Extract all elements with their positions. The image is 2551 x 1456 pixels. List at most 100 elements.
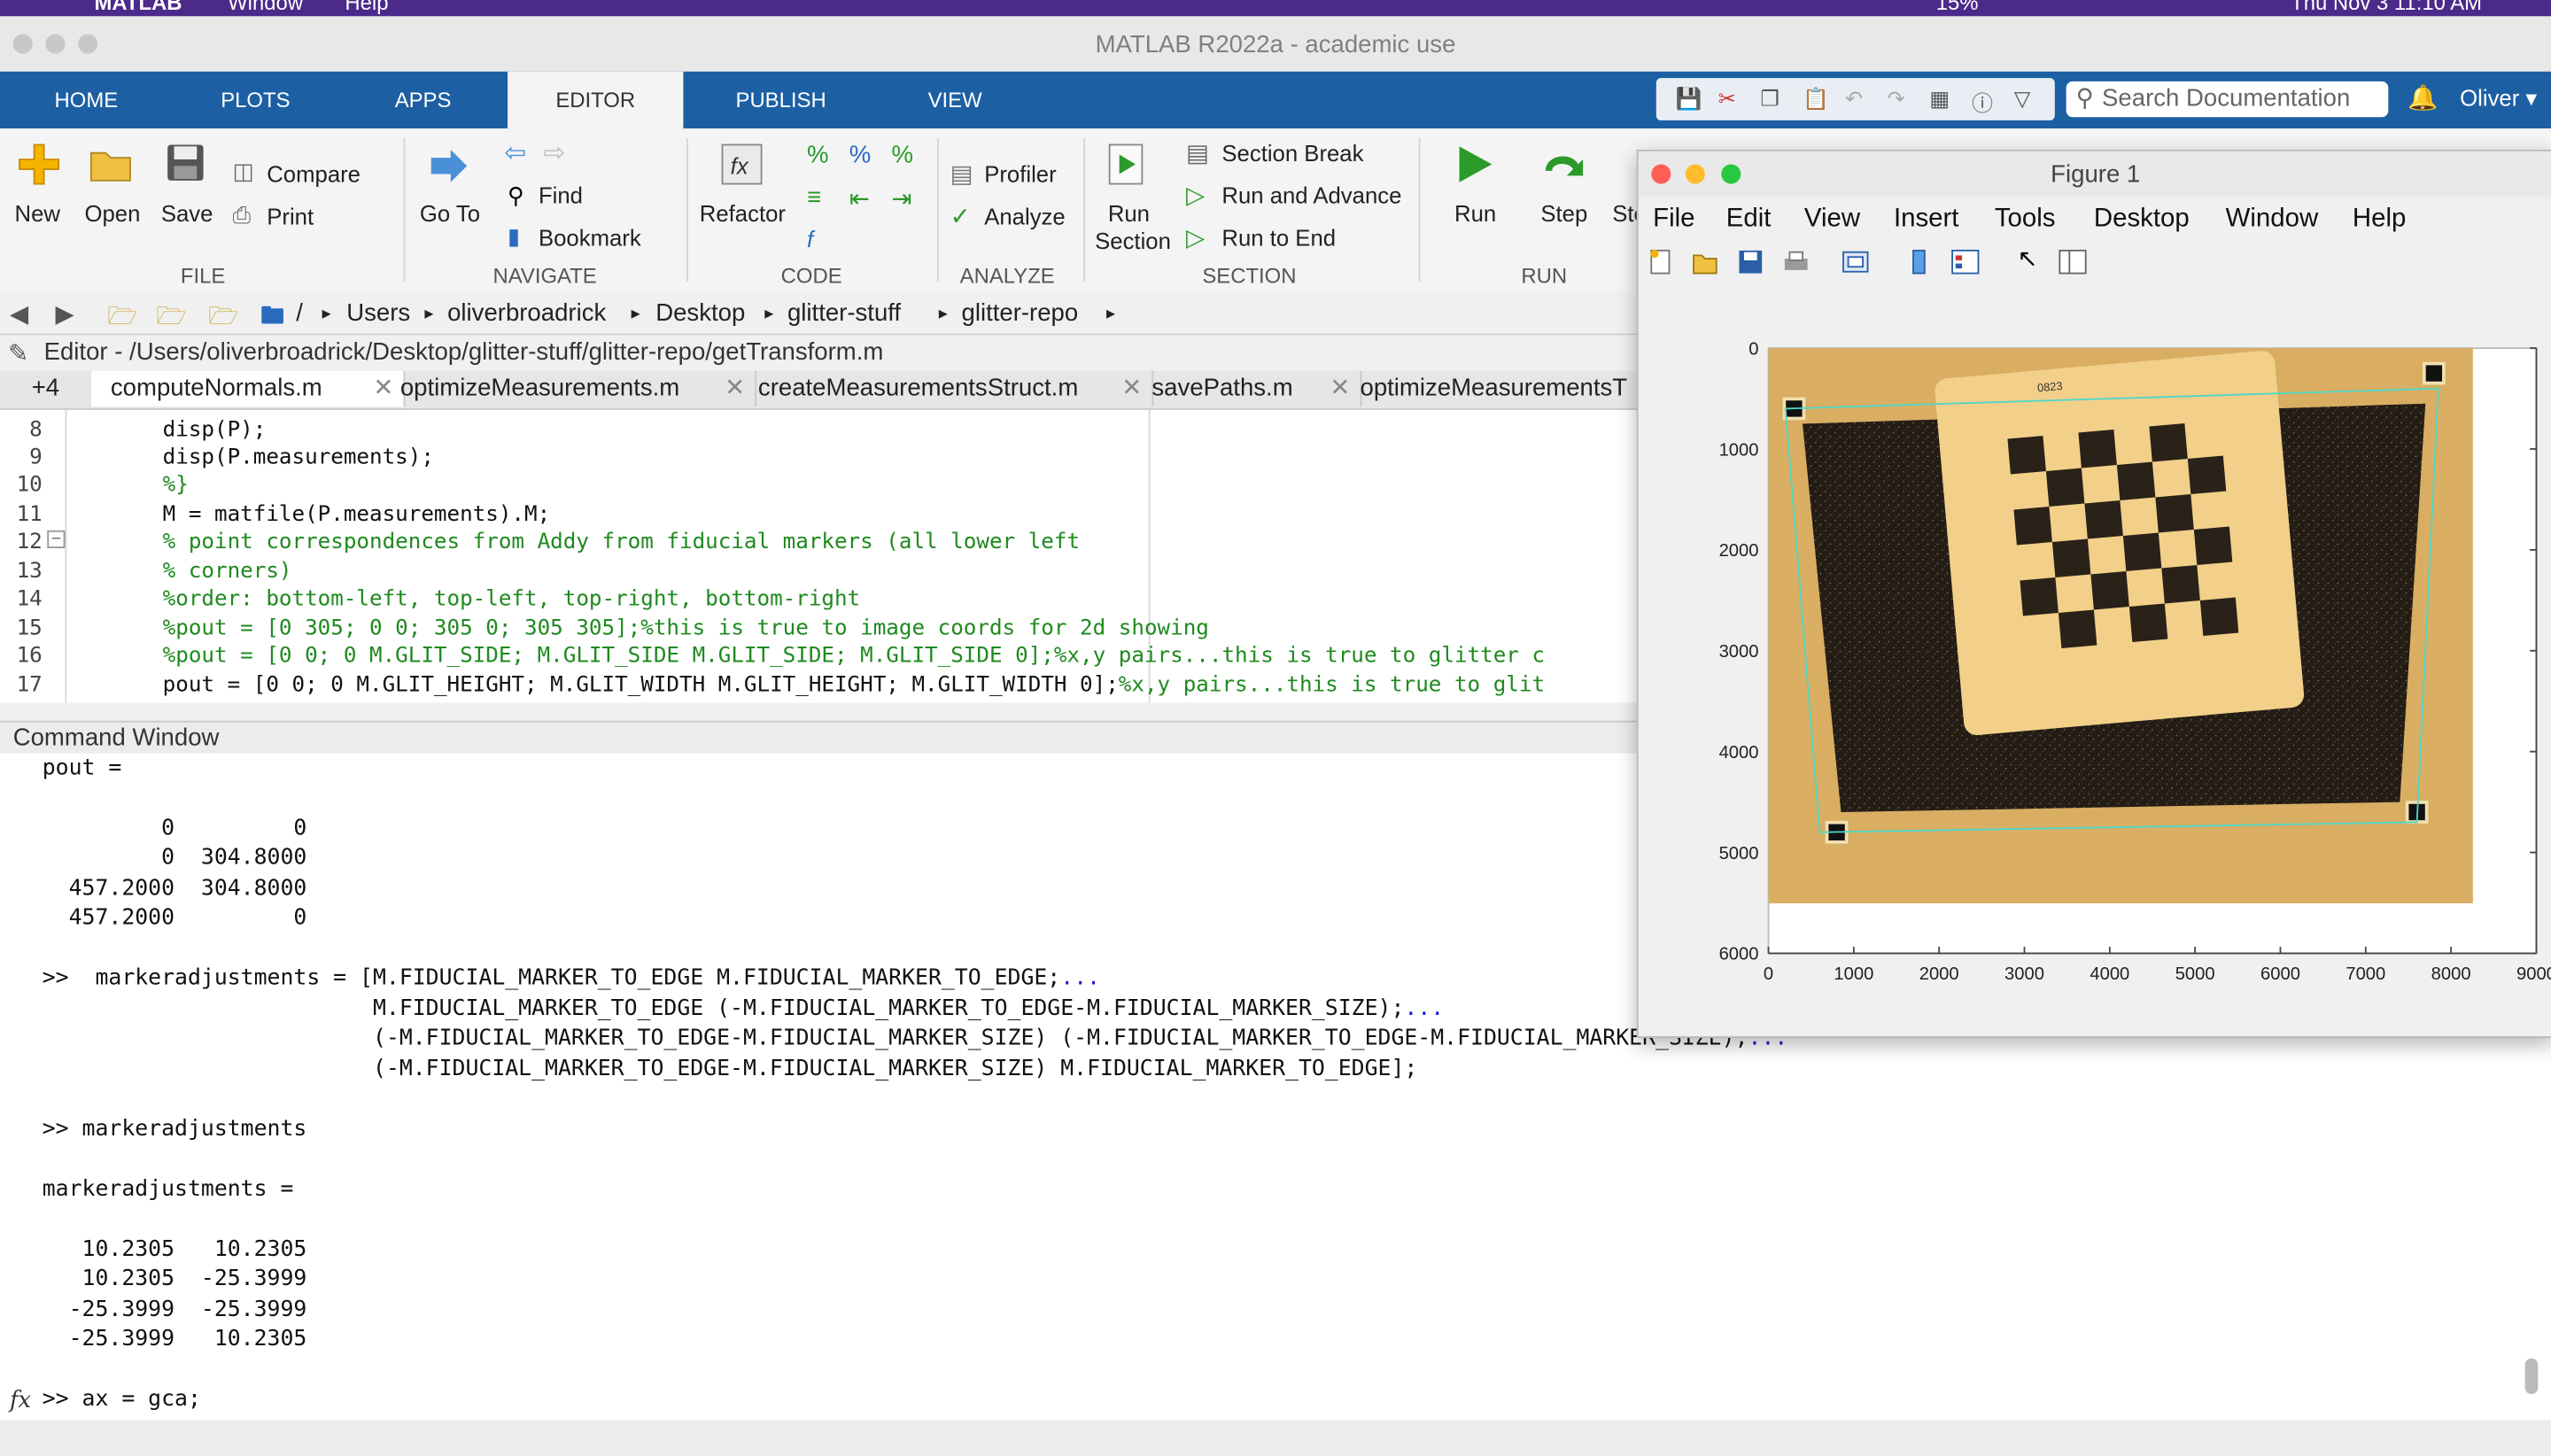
menubar-help[interactable]: Help [345,0,388,15]
tab-optimizemeasurementst[interactable]: optimizeMeasurementsT [1340,370,1687,407]
step-icon[interactable] [1539,142,1588,187]
increase-indent-icon[interactable]: ⇥ [892,184,912,213]
figure-axes[interactable]: 0823 0 1000 2000 3000 4000 5000 6000 7000 8000 900… [1639,314,2551,997]
tab-apps[interactable]: APPS [368,72,478,128]
code-line[interactable]: %pout = [0 0; 0 M.GLIT_SIDE; M.GLIT_SIDE… [163,644,1545,669]
refactor-button[interactable]: Refactor [700,200,786,226]
uncomment-icon[interactable]: % [849,142,872,169]
link-plot-icon[interactable] [1842,249,1869,275]
find-button[interactable]: Find [539,182,583,208]
code-line[interactable]: M = matfile(P.measurements).M; [163,503,550,528]
figure-menu-help[interactable]: Help [2353,205,2406,234]
tab-computenormals[interactable]: computeNormals.m ✕ [90,370,406,407]
figure-menu-edit[interactable]: Edit [1726,205,1772,234]
back-icon[interactable]: ◀ [10,299,28,329]
section-break-button[interactable]: Section Break [1221,140,1363,166]
search-documentation-input[interactable]: ⚲ Search Documentation [2066,81,2389,118]
tab-savepaths[interactable]: savePaths.m ✕ [1132,370,1362,407]
breadcrumb-desktop[interactable]: Desktop [655,299,745,327]
wrap-comment-icon[interactable]: % [892,142,914,169]
new-figure-icon[interactable] [1648,249,1674,275]
tab-publish[interactable]: PUBLISH [712,72,849,128]
smart-indent-icon[interactable]: ≡ [807,184,821,212]
run-section-icon[interactable] [1106,142,1149,187]
code-line[interactable]: pout = [0 0; 0 M.GLIT_HEIGHT; M.GLIT_WID… [163,673,1545,698]
forward-icon[interactable]: ▶ [55,299,74,329]
more-tabs-button[interactable]: +4 [0,370,93,407]
menubar-app[interactable]: MATLAB [95,0,182,15]
help-icon[interactable]: ⓘ [1972,86,1993,117]
legend-icon[interactable] [1950,249,1980,275]
menubar-window[interactable]: Window [228,0,303,15]
open-button[interactable]: Open [85,200,141,226]
open-folder-icon[interactable] [88,144,133,183]
up-folder-icon[interactable]: 🗁 [107,299,137,340]
save-figure-icon[interactable] [1738,249,1764,275]
breadcrumb-glitter-repo[interactable]: glitter-repo [962,299,1079,327]
paste-icon[interactable]: 📋 [1803,86,1829,112]
switch-windows-icon[interactable]: ▦ [1929,86,1950,112]
fold-toggle-icon[interactable]: − [47,530,66,549]
figure-window[interactable]: Figure 1 File Edit View Insert Tools Des… [1636,149,2551,1038]
tab-home[interactable]: HOME [29,72,143,128]
code-line[interactable]: %order: bottom-left, top-left, top-right… [163,587,860,612]
figure-menu-desktop[interactable]: Desktop [2094,205,2190,234]
dropdown-icon[interactable]: ▽ [2014,86,2030,112]
run-section-label-2[interactable]: Section [1095,228,1171,253]
run-button[interactable]: Run [1454,200,1496,226]
tab-createmeasurementsstruct[interactable]: createMeasurementsStruct.m ✕ [739,370,1154,407]
run-and-advance-button[interactable]: Run and Advance [1221,182,1401,208]
code-line[interactable]: % point correspondences from Addy from f… [163,531,1080,555]
back-arrow-icon[interactable]: ⇦ [504,136,526,169]
profiler-button[interactable]: Profiler [984,161,1056,187]
pointer-icon[interactable]: ↖ [2018,244,2043,273]
colorbar-icon[interactable] [1907,249,1933,275]
save-icon[interactable]: 💾 [1676,86,1702,112]
tab-editor[interactable]: EDITOR [508,71,684,129]
open-file-icon[interactable] [1692,249,1717,275]
print-button[interactable]: Print [267,204,314,229]
save-button[interactable]: Save [161,200,213,226]
cut-icon[interactable]: ✂ [1718,86,1736,112]
notification-bell-icon[interactable]: 🔔 [2408,83,2438,112]
undo-icon[interactable]: ↶ [1845,86,1863,112]
save-icon[interactable] [165,142,207,184]
figure-menu-window[interactable]: Window [2226,205,2319,234]
print-figure-icon[interactable] [1783,249,1809,275]
figure-menu-view[interactable]: View [1804,205,1860,234]
run-icon[interactable] [1453,142,1498,187]
go-to-icon[interactable] [426,144,471,187]
bookmark-button[interactable]: Bookmark [539,224,641,250]
code-line[interactable]: disp(P.measurements); [163,445,434,470]
decrease-indent-icon[interactable]: ⇤ [849,184,870,213]
run-to-end-button[interactable]: Run to End [1221,224,1336,250]
browse-folder-icon[interactable]: 🗁 [156,299,186,340]
code-line[interactable]: disp(P); [163,418,267,443]
run-section-label-1[interactable]: Run [1108,200,1150,226]
figure-menu-tools[interactable]: Tools [1995,205,2056,234]
figure-menu-file[interactable]: File [1653,205,1694,234]
new-button[interactable]: New [15,200,60,226]
redo-icon[interactable]: ↷ [1888,86,1905,112]
search-folder-icon[interactable]: 🗁 [208,299,238,340]
figure-menu-insert[interactable]: Insert [1894,205,1958,234]
tab-view[interactable]: VIEW [904,72,1005,128]
new-file-icon[interactable] [16,142,61,187]
refactor-icon[interactable]: fx [719,142,764,187]
code-line[interactable]: %pout = [0 305; 0 0; 305 0; 305 305];%th… [163,616,1209,641]
code-line[interactable]: % corners) [163,560,292,585]
copy-icon[interactable]: ❐ [1760,86,1779,112]
code-line[interactable]: %} [163,474,189,499]
compare-button[interactable]: Compare [267,161,361,187]
step-button[interactable]: Step [1540,200,1587,226]
breadcrumb-oliverbroadrick[interactable]: oliverbroadrick [447,299,606,327]
breadcrumb-glitter-stuff[interactable]: glitter-stuff [787,299,901,327]
tab-plots[interactable]: PLOTS [198,72,313,128]
scrollbar-thumb[interactable] [2524,1358,2539,1395]
tab-optimizemeasurements[interactable]: optimizeMeasurements.m ✕ [384,370,757,407]
cmd-line[interactable]: >> ax = gca; [43,1386,201,1412]
go-to-button[interactable]: Go To [420,200,480,226]
insert-function-icon[interactable]: f [807,226,813,252]
comment-icon[interactable]: % [807,142,829,169]
user-menu[interactable]: Oliver ▾ [2460,85,2537,112]
